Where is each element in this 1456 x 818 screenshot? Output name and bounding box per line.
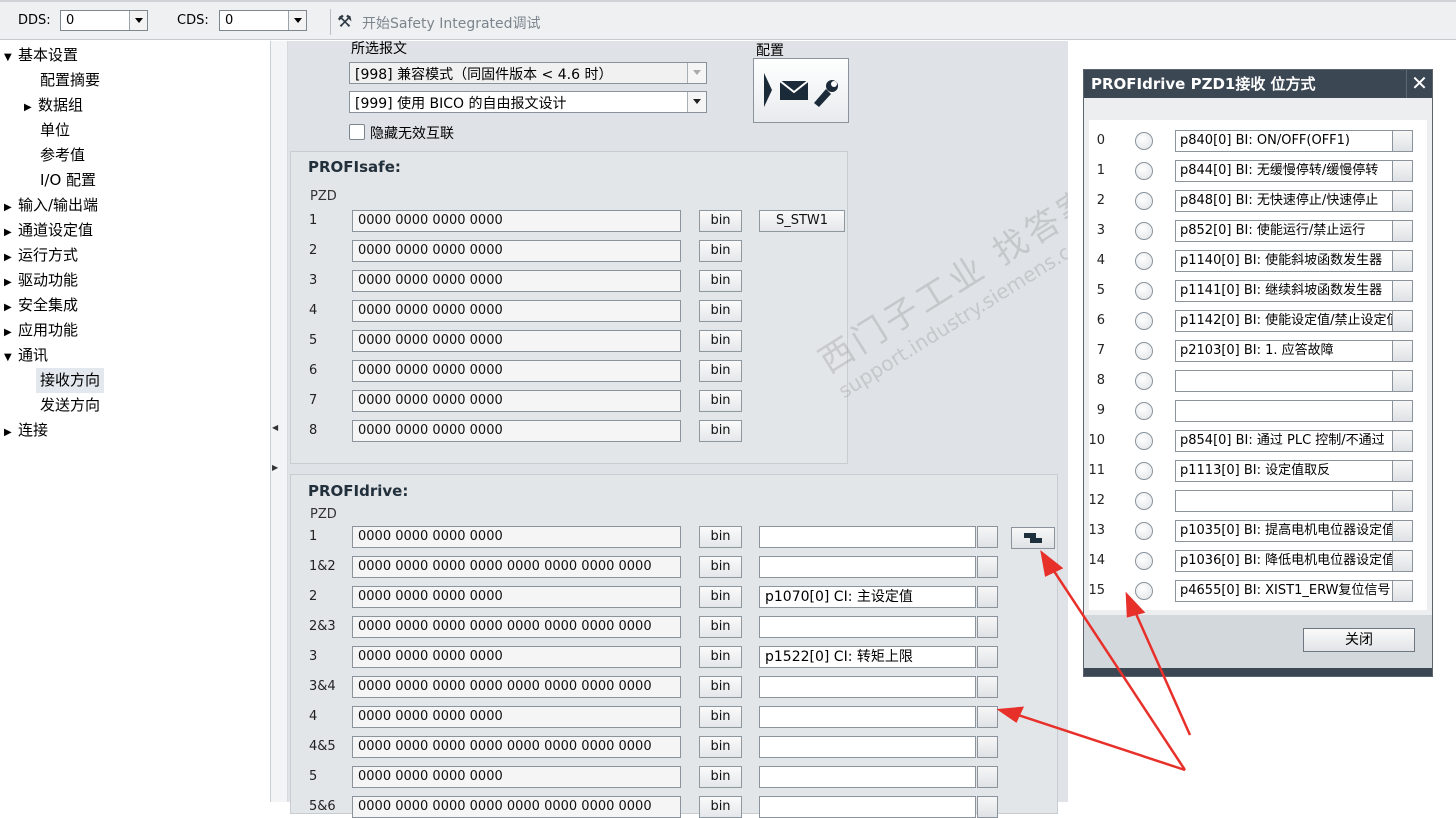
annotation-arrow-line <box>1048 564 1187 771</box>
annotation-arrow-line <box>1011 711 1186 772</box>
annotation-arrows <box>996 549 1192 772</box>
annotation-arrow-head <box>1125 591 1146 618</box>
annotation-arrow-line <box>1131 606 1192 736</box>
annotation-arrow-head <box>1040 549 1064 577</box>
annotation-arrow-head <box>996 706 1025 723</box>
